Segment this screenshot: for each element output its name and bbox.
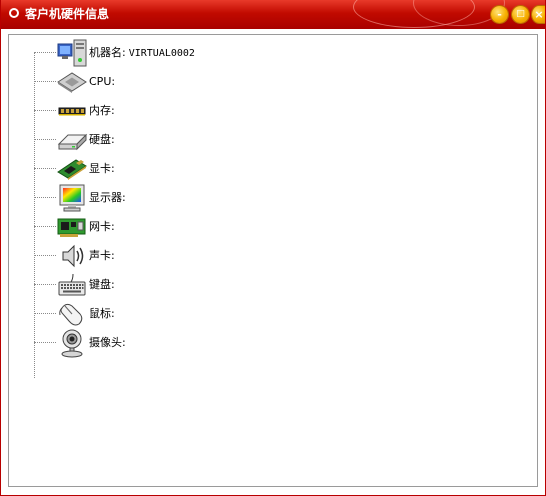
item-label: 声卡: — [89, 249, 115, 262]
item-label: 显卡: — [89, 162, 115, 175]
speaker-icon — [62, 244, 84, 268]
computer-icon — [57, 39, 87, 67]
item-label: 内存: — [89, 104, 115, 117]
minimize-icon: - — [497, 8, 502, 21]
app-icon — [9, 8, 19, 18]
window-title: 客户机硬件信息 — [25, 7, 110, 21]
item-label: 鼠标: — [89, 307, 115, 320]
item-label: 摄像头: — [89, 336, 126, 349]
tree-connector-line — [34, 52, 35, 378]
hardware-tree[interactable]: 机器名: VIRTUAL0002 CPU: 内存: 硬盘: 显卡: 显示器: 网… — [8, 34, 538, 487]
memory-icon — [58, 107, 86, 116]
mouse-icon — [59, 303, 83, 326]
cpu-icon — [57, 72, 87, 93]
item-value: VIRTUAL0002 — [128, 48, 195, 59]
item-label: 显示器: — [89, 191, 126, 204]
item-label: 机器名: — [89, 46, 126, 59]
item-label: 网卡: — [89, 220, 115, 233]
maximize-button[interactable]: □ — [512, 6, 529, 23]
minimize-button[interactable]: - — [491, 6, 508, 23]
item-label: 键盘: — [89, 278, 115, 291]
close-icon: × — [534, 8, 544, 21]
video-card-icon — [57, 159, 87, 180]
network-card-icon — [57, 218, 86, 237]
keyboard-icon — [58, 273, 86, 296]
item-label: CPU: — [89, 75, 116, 88]
monitor-icon — [59, 184, 85, 212]
hard-disk-icon — [57, 133, 88, 151]
title-bar[interactable]: 客户机硬件信息 - □ × — [1, 0, 545, 29]
item-label: 硬盘: — [89, 133, 115, 146]
maximize-icon: □ — [516, 9, 525, 19]
close-button[interactable]: × — [532, 6, 545, 23]
webcam-icon — [61, 329, 83, 358]
hardware-info-window: 客户机硬件信息 - □ × 机器名: VIRTUAL0002 CPU: 内存: … — [0, 0, 546, 496]
